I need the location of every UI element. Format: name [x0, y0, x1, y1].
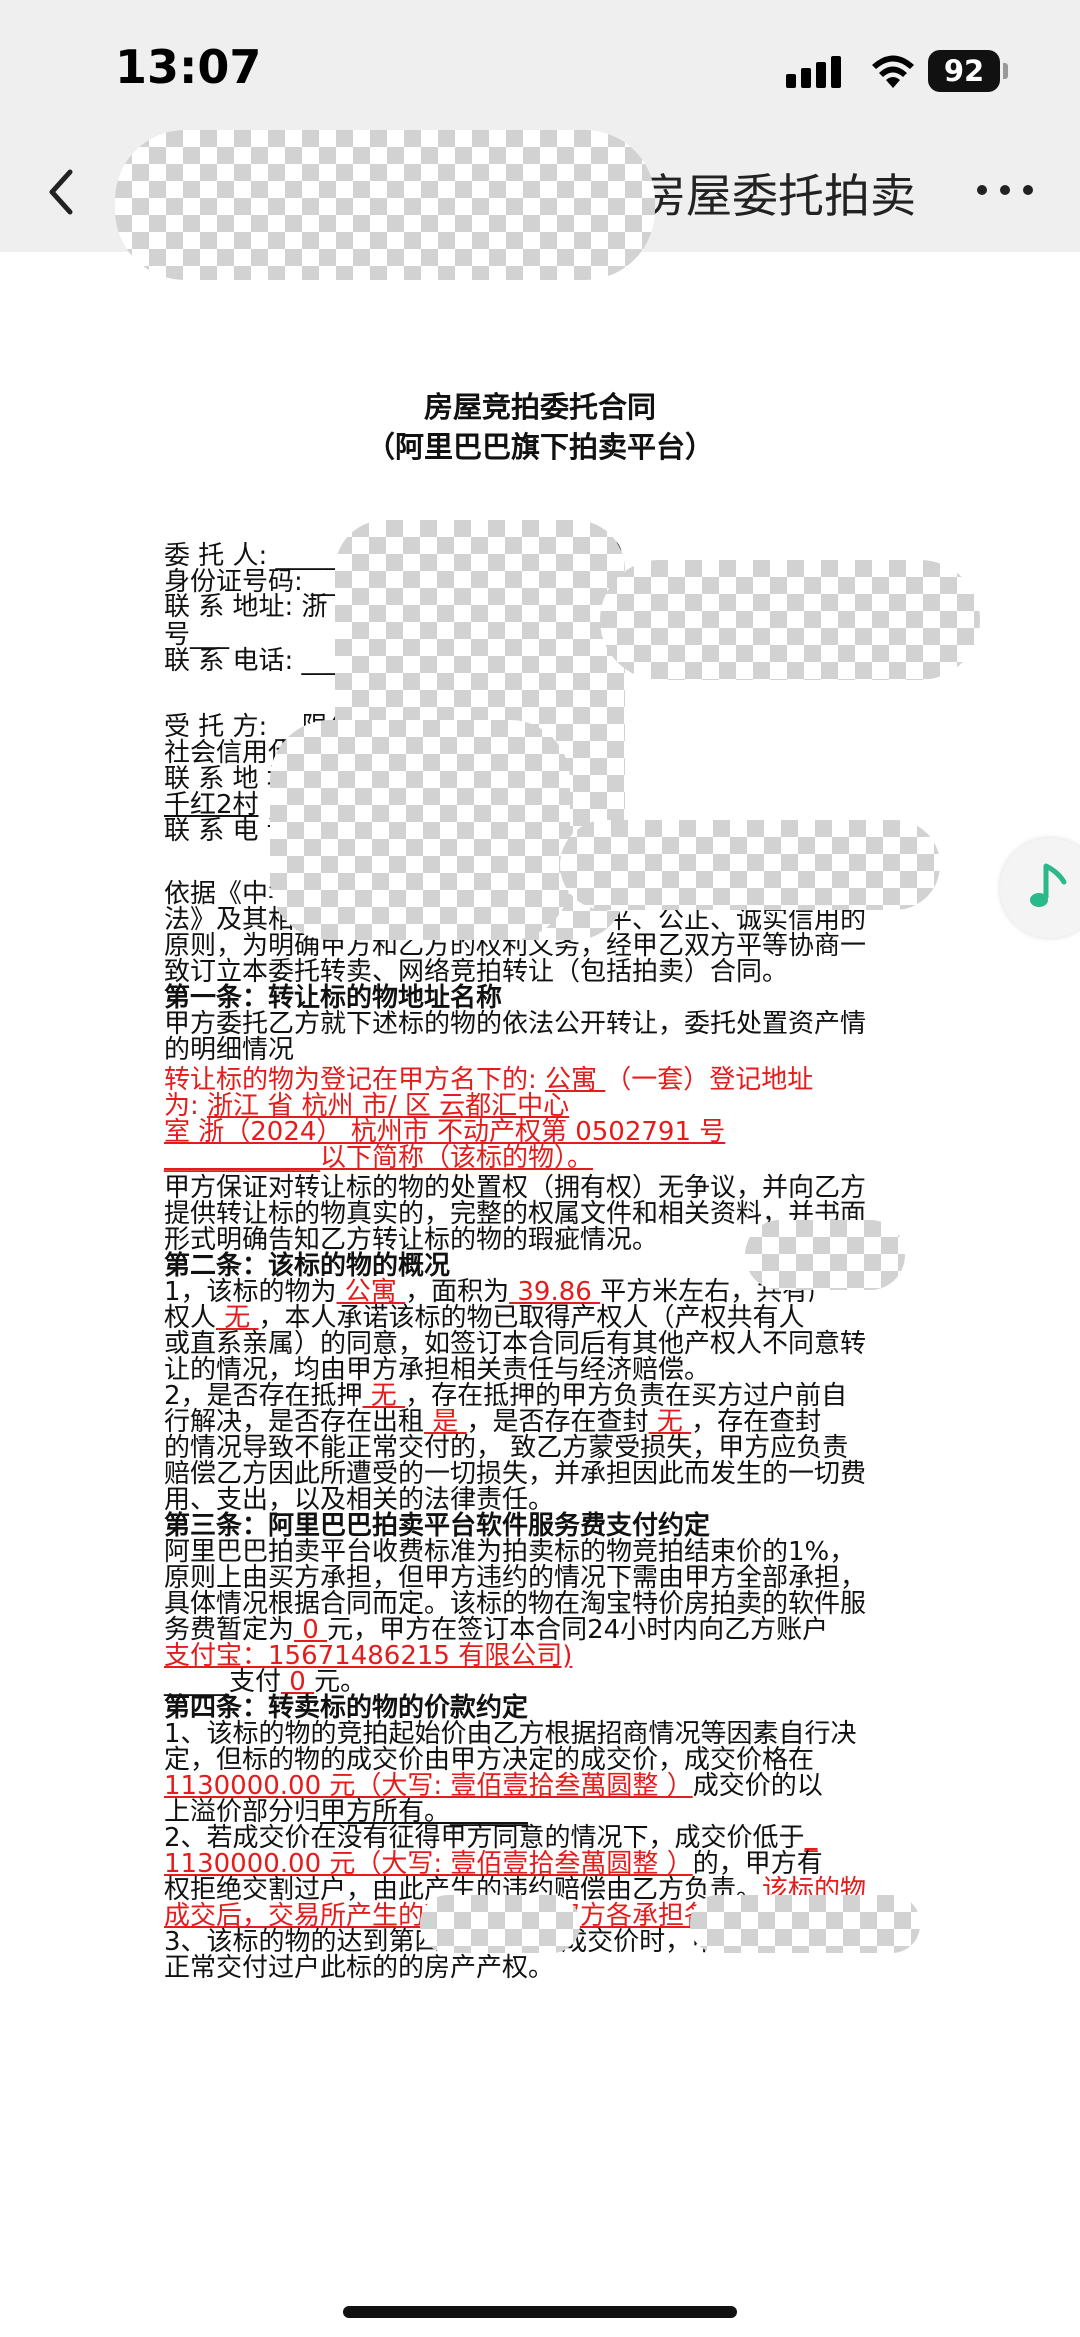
redaction-mask	[270, 720, 570, 940]
more-icon	[977, 185, 1033, 195]
contract-subtitle: （阿里巴巴旗下拍卖平台）	[365, 430, 714, 464]
redaction-mask	[560, 820, 940, 910]
more-button[interactable]	[970, 170, 1040, 210]
status-time: 13:07	[115, 40, 262, 94]
wifi-icon	[870, 52, 916, 94]
redaction-mask	[745, 1220, 905, 1290]
redaction-mask	[690, 1895, 920, 1953]
contract-text: 成交价的以	[692, 1771, 823, 1801]
signal-icon	[786, 56, 856, 92]
redaction-mask	[420, 1895, 580, 1953]
page-title: 房屋委托拍卖	[640, 169, 916, 223]
chevron-left-icon	[49, 169, 73, 215]
music-button[interactable]	[1000, 838, 1080, 938]
back-button[interactable]	[40, 162, 90, 222]
redaction-mask	[600, 560, 980, 680]
contract-title: 房屋竞拍委托合同	[423, 390, 656, 424]
contract-text: 有限公司)	[449, 1641, 573, 1671]
battery-tip	[1003, 63, 1008, 79]
redaction-mask	[115, 130, 655, 280]
contract-text: 联 系 电话: ___	[164, 646, 341, 676]
contract-text: 正常交付过户此标的的房产产权。	[164, 1953, 555, 1983]
music-note-icon	[1030, 863, 1067, 907]
contract-text: （一套）登记地址	[605, 1065, 814, 1095]
home-indicator	[343, 2306, 737, 2318]
battery-indicator: 92	[928, 50, 1000, 92]
